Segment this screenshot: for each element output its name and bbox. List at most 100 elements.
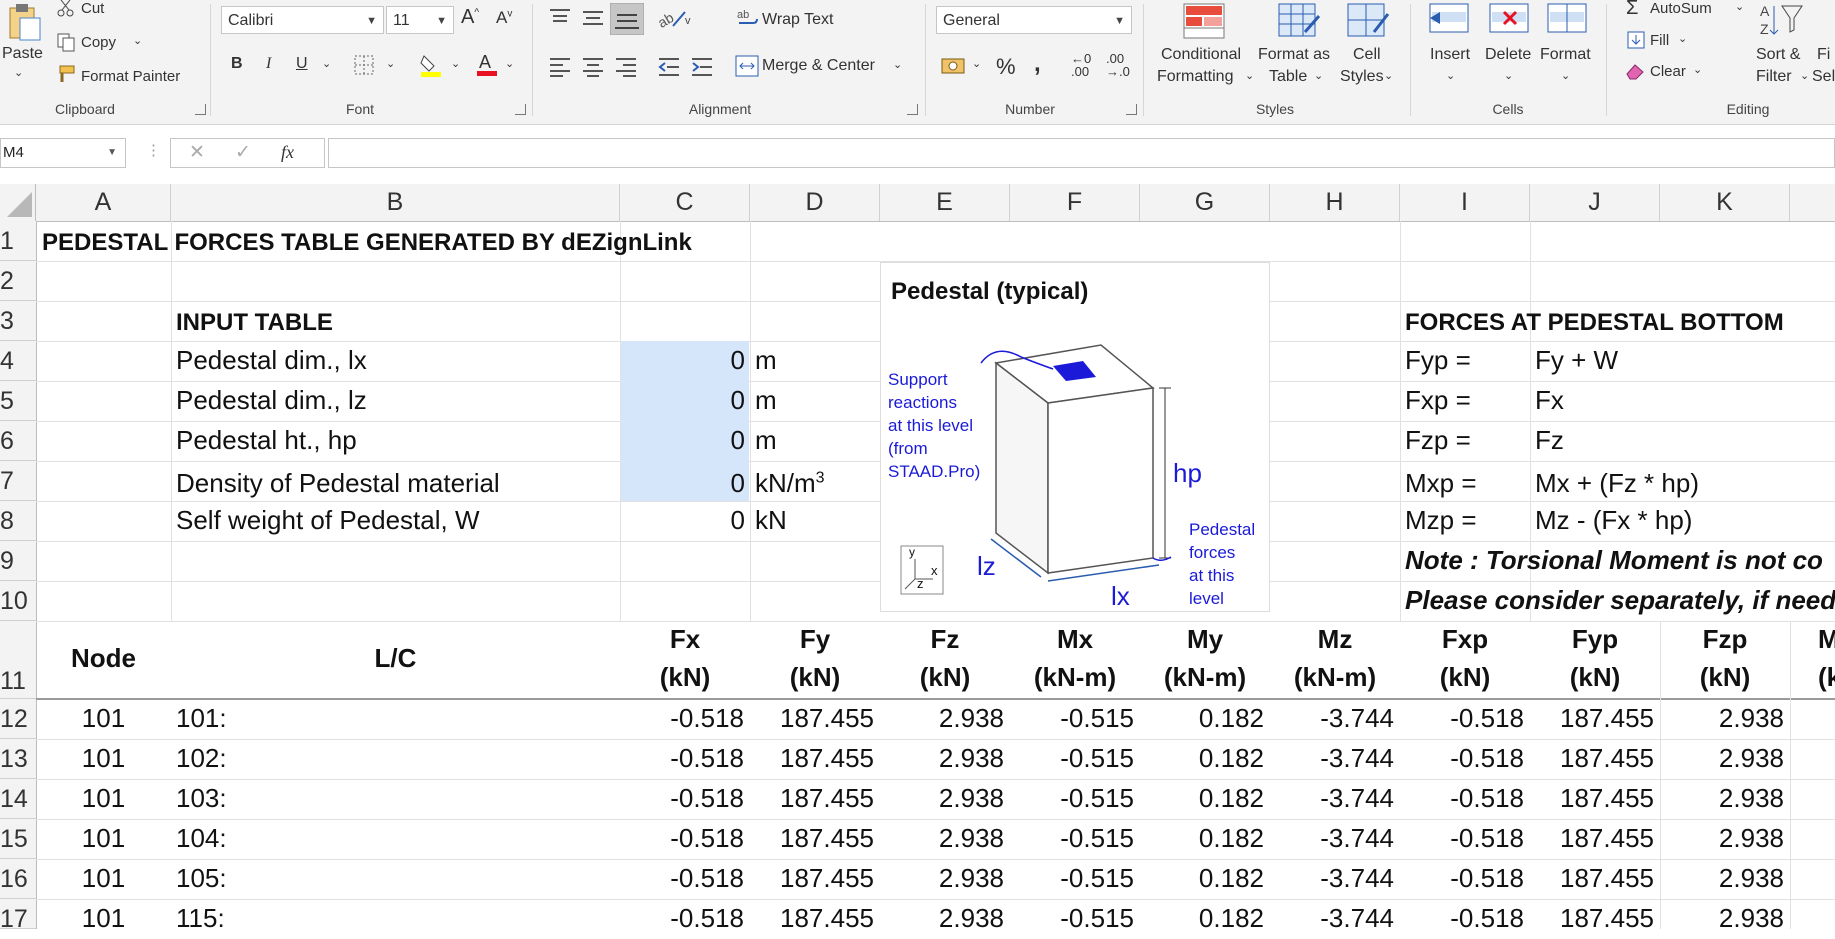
sort-filter-button[interactable]: Sort & (1756, 46, 1800, 64)
clear-dropdown-icon[interactable]: ⌄ (1693, 63, 1702, 76)
cell-value[interactable]: 2.938 (1660, 863, 1784, 894)
cell-value[interactable]: 0.182 (1140, 783, 1264, 814)
cell-value[interactable]: -0.515 (1010, 903, 1134, 934)
insert-dropdown-icon[interactable]: ⌄ (1446, 69, 1455, 82)
clear-icon[interactable] (1624, 62, 1646, 85)
cell-value[interactable]: 2.938 (1660, 743, 1784, 774)
row-header-4[interactable]: 4 (0, 341, 36, 381)
align-top-icon[interactable] (549, 8, 571, 33)
row-header-16[interactable]: 16 (0, 859, 36, 899)
col-header-d[interactable]: D (750, 184, 880, 221)
format-painter-button[interactable]: Format Painter (81, 68, 180, 85)
delete-button[interactable]: Delete (1485, 46, 1531, 64)
format-painter-icon[interactable] (54, 64, 76, 89)
number-launcher-icon[interactable] (1126, 104, 1137, 115)
row-header-15[interactable]: 15 (0, 819, 36, 859)
cell-lc[interactable]: 105: (176, 863, 227, 894)
sort-filter-label2[interactable]: Filter (1756, 68, 1792, 86)
cell-node[interactable]: 101 (36, 703, 171, 734)
font-name-combo[interactable]: Calibri ▼ (221, 6, 384, 34)
format-as-table-icon[interactable] (1277, 2, 1321, 45)
cell-value[interactable]: -0.515 (1010, 743, 1134, 774)
cell-value[interactable]: 187.455 (750, 783, 874, 814)
cell-lc[interactable]: 102: (176, 743, 227, 774)
cell-value[interactable]: 187.455 (1530, 903, 1654, 934)
cell-node[interactable]: 101 (36, 823, 171, 854)
cell-value[interactable]: -0.518 (620, 823, 744, 854)
alignment-launcher-icon[interactable] (907, 104, 918, 115)
cell-styles-button[interactable]: Cell (1353, 46, 1381, 64)
cell-value[interactable]: 0.182 (1140, 823, 1264, 854)
copy-dropdown-icon[interactable]: ⌄ (133, 34, 142, 47)
decrease-decimal-icon[interactable]: .00 →.0 (1106, 52, 1130, 78)
format-as-table-button[interactable]: Format as (1258, 46, 1330, 64)
underline-dropdown-icon[interactable]: ⌄ (322, 57, 331, 70)
row-header-7[interactable]: 7 (0, 461, 36, 501)
percent-style-icon[interactable]: % (996, 54, 1016, 80)
autosum-button[interactable]: AutoSum (1650, 0, 1712, 17)
cell-value[interactable]: 0.182 (1140, 863, 1264, 894)
conditional-formatting-icon[interactable] (1182, 2, 1226, 45)
borders-icon[interactable] (353, 54, 375, 81)
comma-style-icon[interactable]: , (1034, 50, 1041, 78)
cell-value[interactable]: -0.518 (620, 783, 744, 814)
decrease-indent-icon[interactable] (658, 57, 680, 82)
cell-styles-dropdown-icon[interactable]: ⌄ (1384, 69, 1393, 82)
cell-value[interactable]: -3.744 (1270, 703, 1394, 734)
format-as-table-label2[interactable]: Table (1269, 68, 1307, 86)
row-header-12[interactable]: 12 (0, 699, 36, 739)
formula-input[interactable] (328, 138, 1835, 168)
cell-value[interactable]: -0.518 (1400, 823, 1524, 854)
col-header-e[interactable]: E (880, 184, 1010, 221)
cell-value[interactable]: 2.938 (880, 903, 1004, 934)
cell-value[interactable]: -3.744 (1270, 903, 1394, 934)
borders-dropdown-icon[interactable]: ⌄ (386, 57, 395, 70)
cell-value[interactable]: 0.182 (1140, 903, 1264, 934)
font-size-combo[interactable]: 11 ▼ (386, 6, 454, 34)
row-header-14[interactable]: 14 (0, 779, 36, 819)
fill-icon[interactable] (1626, 30, 1646, 55)
cell-value[interactable]: 2.938 (880, 743, 1004, 774)
align-left-icon[interactable] (549, 57, 571, 82)
cell-node[interactable]: 101 (36, 903, 171, 934)
align-middle-icon[interactable] (582, 8, 604, 33)
cell-value[interactable]: 187.455 (1530, 783, 1654, 814)
col-header-f[interactable]: F (1010, 184, 1140, 221)
col-header-a[interactable]: A (36, 184, 171, 221)
input-value-density[interactable]: 0 (621, 468, 745, 499)
format-dropdown-icon[interactable]: ⌄ (1561, 69, 1570, 82)
row-header-9[interactable]: 9 (0, 541, 36, 581)
copy-button[interactable]: Copy (81, 34, 116, 51)
input-value-lx[interactable]: 0 (621, 345, 745, 376)
cell-value[interactable]: -0.518 (620, 863, 744, 894)
col-header-h[interactable]: H (1270, 184, 1400, 221)
cell-value[interactable]: -0.518 (1400, 783, 1524, 814)
row-header-8[interactable]: 8 (0, 501, 36, 541)
cell-styles-label2[interactable]: Styles (1340, 68, 1384, 86)
col-header-k[interactable]: K (1660, 184, 1790, 221)
cell-node[interactable]: 101 (36, 743, 171, 774)
col-header-i[interactable]: I (1400, 184, 1530, 221)
cell-value[interactable]: 2.938 (880, 823, 1004, 854)
cell-value[interactable]: -0.515 (1010, 863, 1134, 894)
cut-icon[interactable] (56, 0, 76, 23)
cell-value[interactable]: 187.455 (1530, 823, 1654, 854)
delete-icon[interactable] (1488, 2, 1532, 41)
row-header-5[interactable]: 5 (0, 381, 36, 421)
italic-button[interactable]: I (266, 55, 271, 73)
cell-value[interactable]: -3.744 (1270, 823, 1394, 854)
cell-value[interactable]: 2.938 (1660, 783, 1784, 814)
cell-value[interactable]: -0.518 (1400, 703, 1524, 734)
input-value-hp[interactable]: 0 (621, 425, 745, 456)
enter-icon[interactable]: ✓ (235, 141, 251, 164)
format-button[interactable]: Format (1540, 46, 1591, 64)
cell-value[interactable]: -0.518 (620, 703, 744, 734)
cell-value[interactable]: 2.938 (880, 863, 1004, 894)
merge-center-icon[interactable] (735, 55, 759, 82)
autosum-icon[interactable]: Σ (1626, 0, 1638, 20)
cell-value[interactable]: 187.455 (750, 743, 874, 774)
sort-filter-icon[interactable]: AZ (1760, 2, 1804, 43)
align-right-icon[interactable] (615, 57, 637, 82)
format-cells-icon[interactable] (1546, 2, 1590, 41)
cell-value[interactable]: 187.455 (1530, 743, 1654, 774)
